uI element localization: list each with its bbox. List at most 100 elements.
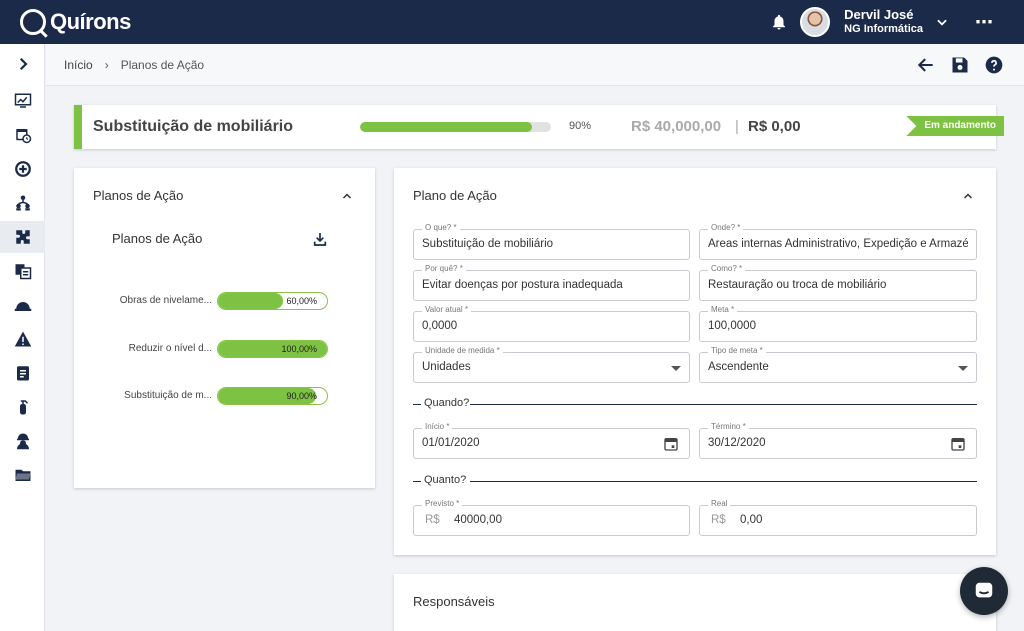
puzzle-icon	[15, 230, 30, 244]
monitor-icon	[14, 93, 31, 108]
plan-progress-fill	[218, 293, 284, 309]
field-value: 0,00	[740, 514, 763, 526]
dropdown-arrow-icon	[958, 366, 968, 371]
section-title: Quanto?	[424, 474, 467, 486]
panel-title: Responsáveis	[413, 594, 495, 609]
field-value: 100,0000	[708, 320, 756, 332]
what-field[interactable]: O que? * Substituição de mobiliário	[413, 223, 690, 260]
status-badge: Em andamento	[906, 116, 1004, 136]
how-field[interactable]: Como? * Restauração ou troca de mobiliár…	[699, 264, 977, 301]
field-value: 01/01/2020	[422, 437, 480, 449]
list-item[interactable]: Obras de nivelame... 60,00%	[74, 292, 375, 310]
fire-extinguisher-icon	[19, 400, 28, 415]
field-label: Real	[708, 499, 731, 508]
field-value: Ascendente	[708, 361, 769, 373]
documents-icon	[15, 264, 31, 280]
worker-icon	[16, 433, 29, 450]
plan-title: Substituição de mobiliário	[93, 118, 294, 135]
calendar-icon[interactable]	[663, 436, 679, 452]
field-label: Como? *	[708, 264, 746, 273]
list-item[interactable]: Substituição de m... 90,00%	[74, 387, 375, 405]
plus-circle-icon	[14, 161, 31, 177]
responsibles-panel: Responsáveis	[394, 574, 996, 631]
sidebar-item-risks[interactable]	[0, 323, 45, 355]
panel-title: Planos de Ação	[93, 188, 184, 203]
sidebar-item-documents[interactable]	[0, 255, 45, 287]
sidebar-item-action-plans[interactable]	[0, 221, 45, 253]
warning-icon	[14, 331, 31, 347]
chevron-up-icon[interactable]	[962, 190, 974, 202]
plan-progress-bar	[360, 122, 551, 132]
sidebar-item-safety[interactable]	[0, 289, 45, 321]
plan-label: Obras de nivelame...	[119, 295, 212, 306]
back-arrow-icon[interactable]	[916, 55, 936, 75]
plan-label: Substituição de m...	[124, 390, 212, 401]
plan-progress-bar: 60,00%	[217, 292, 328, 310]
field-value: 40000,00	[454, 514, 502, 526]
calendar-icon[interactable]	[950, 436, 966, 452]
breadcrumb: Início › Planos de Ação	[46, 44, 1024, 86]
current-value-field[interactable]: Valor atual * 0,0000	[413, 305, 690, 342]
where-field[interactable]: Onde? * Áreas internas Administrativo, E…	[699, 223, 977, 260]
goal-type-select[interactable]: Tipo de meta * Ascendente	[699, 346, 977, 383]
end-date-field[interactable]: Término * 30/12/2020	[699, 422, 977, 459]
breadcrumb-home[interactable]: Início	[64, 58, 93, 72]
field-value: 30/12/2020	[708, 437, 766, 449]
field-label: Valor atual *	[422, 305, 471, 314]
logo-text: Quírons	[50, 9, 131, 34]
plan-progress-label: 90,00%	[286, 391, 317, 401]
dropdown-arrow-icon	[671, 366, 681, 371]
chevron-right-icon	[19, 57, 28, 71]
user-info[interactable]: Dervil José NG Informática	[844, 8, 923, 36]
field-label: Início *	[422, 422, 453, 431]
sidebar	[0, 44, 45, 631]
sidebar-item-dashboard[interactable]	[0, 85, 45, 117]
plan-progress-label: 90%	[569, 120, 592, 132]
save-icon[interactable]	[950, 55, 970, 75]
action-plan-form: Plano de Ação O que? * Substituição de m…	[394, 168, 996, 555]
when-section-header: Quando?	[413, 397, 977, 411]
currency-prefix: R$	[711, 514, 726, 526]
currency-prefix: R$	[425, 514, 440, 526]
why-field[interactable]: Por quê? * Evitar doenças por postura in…	[413, 264, 690, 301]
start-date-field[interactable]: Início * 01/01/2020	[413, 422, 690, 459]
avatar[interactable]	[800, 7, 831, 37]
user-name: Dervil José	[844, 7, 914, 22]
sidebar-item-organization[interactable]	[0, 187, 45, 219]
clipboard-icon	[16, 366, 29, 381]
plan-header-card: Substituição de mobiliário 90% R$ 40,000…	[74, 105, 1004, 149]
field-value: Restauração ou troca de mobiliário	[708, 279, 887, 291]
bell-icon[interactable]	[770, 13, 788, 31]
sidebar-item-workers[interactable]	[0, 425, 45, 457]
action-plans-panel: Planos de Ação Planos de Ação Obras de n…	[74, 168, 375, 488]
sidebar-expand-button[interactable]	[0, 48, 45, 80]
real-value: R$ 0,00	[748, 118, 801, 135]
sidebar-item-add[interactable]	[0, 153, 45, 185]
breadcrumb-current: Planos de Ação	[120, 57, 205, 72]
field-label: Previsto *	[422, 499, 463, 508]
real-cost-field[interactable]: Real R$ 0,00	[699, 499, 977, 536]
download-icon[interactable]	[312, 231, 328, 247]
sidebar-item-checklist[interactable]	[0, 357, 45, 389]
sidebar-item-calendar[interactable]	[0, 119, 45, 151]
help-icon[interactable]	[984, 55, 1004, 75]
app-logo[interactable]: Quírons	[20, 9, 131, 35]
chat-button[interactable]	[960, 567, 1008, 615]
value-separator: |	[735, 118, 739, 135]
plan-label: Reduzir o nível d...	[128, 343, 212, 354]
sidebar-item-fire[interactable]	[0, 391, 45, 423]
chevron-down-icon[interactable]	[935, 15, 949, 29]
field-value: Áreas internas Administrativo, Expedição…	[708, 238, 968, 250]
chevron-up-icon[interactable]	[341, 190, 353, 202]
field-label: Tipo de meta *	[708, 346, 766, 355]
field-value: Substituição de mobiliário	[422, 238, 554, 250]
unit-select[interactable]: Unidade de medida * Unidades	[413, 346, 690, 383]
sidebar-item-files[interactable]	[0, 459, 45, 491]
helmet-icon	[14, 302, 31, 311]
top-bar: Quírons Dervil José NG Informática ⋯	[0, 0, 1024, 44]
goal-field[interactable]: Meta * 100,0000	[699, 305, 977, 342]
more-menu-icon[interactable]: ⋯	[975, 12, 994, 33]
calendar-clock-icon	[15, 129, 31, 144]
planned-cost-field[interactable]: Previsto * R$ 40000,00	[413, 499, 690, 536]
list-item[interactable]: Reduzir o nível d... 100,00%	[74, 340, 375, 358]
